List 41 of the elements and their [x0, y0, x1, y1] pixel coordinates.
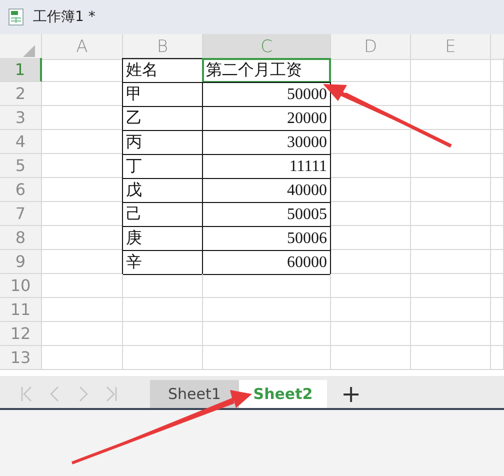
row-header[interactable]: 8 — [0, 226, 42, 250]
table-cell — [491, 106, 504, 130]
table-cell — [491, 346, 504, 370]
table-cell — [491, 274, 504, 298]
sheet-tab[interactable]: Sheet1 — [150, 380, 239, 408]
window-title: 工作簿1 * — [33, 8, 96, 26]
table-cell — [491, 82, 504, 106]
column-header[interactable]: E — [411, 34, 491, 60]
table-cell — [491, 322, 504, 346]
row-header[interactable]: 4 — [0, 130, 42, 154]
table-cell — [491, 58, 504, 82]
sheet-tab[interactable]: Sheet2 — [239, 380, 327, 408]
row-header[interactable]: 2 — [0, 82, 42, 106]
row-header[interactable]: 11 — [0, 298, 42, 322]
table-cell — [491, 154, 504, 178]
table-cell: 第二个月工资 — [202, 58, 331, 83]
table-cell: 姓名 — [122, 58, 203, 83]
table-cell: 辛 — [122, 250, 203, 275]
table-cell — [491, 178, 504, 202]
add-sheet-button[interactable]: + — [333, 380, 370, 408]
column-header[interactable] — [491, 34, 504, 60]
row-header[interactable]: 3 — [0, 106, 42, 130]
spreadsheet-icon — [8, 8, 24, 26]
table-cell — [491, 226, 504, 250]
row-header[interactable]: 1 — [0, 58, 42, 82]
column-header[interactable]: B — [123, 34, 203, 60]
row-header[interactable]: 5 — [0, 154, 42, 178]
row-header[interactable]: 7 — [0, 202, 42, 226]
row-header[interactable]: 6 — [0, 178, 42, 202]
column-header[interactable]: A — [42, 34, 123, 60]
row-header[interactable]: 10 — [0, 274, 42, 298]
row-header[interactable]: 13 — [0, 346, 42, 370]
column-header[interactable]: D — [331, 34, 411, 60]
row-header[interactable]: 9 — [0, 250, 42, 274]
table-cell — [491, 202, 504, 226]
table-cell: 60000 — [202, 250, 331, 275]
table-cell — [491, 250, 504, 274]
table-cell — [491, 130, 504, 154]
row-header[interactable]: 12 — [0, 322, 42, 346]
table-cell — [491, 298, 504, 322]
column-header[interactable]: C — [203, 34, 331, 60]
